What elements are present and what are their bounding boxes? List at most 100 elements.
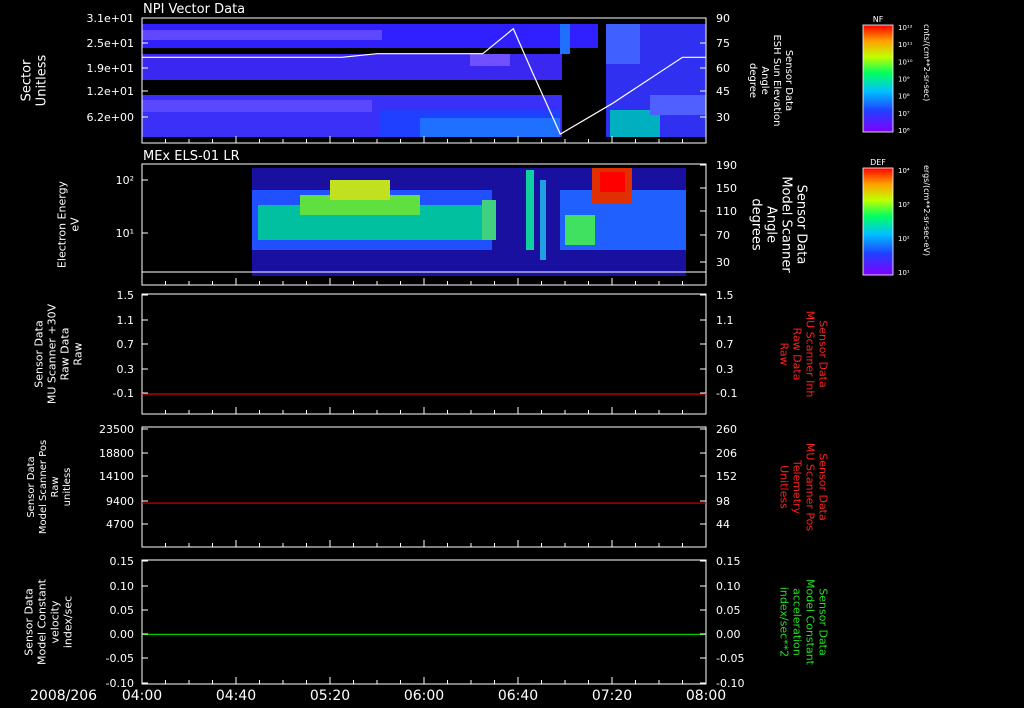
els-colorbar-tick-label: 10³ <box>898 201 910 209</box>
npi-right-axis-label: ESH Sun Elevation <box>771 34 782 126</box>
time-tick-label: 06:00 <box>404 688 444 704</box>
scanner_pos-right-tick-label: 44 <box>716 518 730 531</box>
npi-right-tick-label: 30 <box>716 111 730 124</box>
scanner_pos-right-tick-label: 98 <box>716 495 730 508</box>
npi-colorbar-tick-label: 10¹⁰ <box>898 58 913 66</box>
npi-left-axis-label: Unitless <box>35 54 50 106</box>
npi-colorbar-unit: cnts/(cm**2-sr-sec) <box>922 24 931 101</box>
npi-left-tick-label: 2.5e+01 <box>87 37 134 50</box>
npi-right-tick-label: 90 <box>716 12 730 25</box>
els-colorbar: DEF <box>862 158 894 276</box>
mu-raw-plot-frame <box>141 293 707 415</box>
els-right-tick-label: 190 <box>716 159 737 172</box>
mu_raw-left-tick-label: 1.5 <box>117 289 135 302</box>
constant-right-tick-label: 0.00 <box>716 628 741 641</box>
constant-left-tick-label: -0.05 <box>106 652 134 665</box>
els-left-axis-label: eV <box>69 217 82 232</box>
mu_raw-right-axis-label: MU Scanner Inh <box>804 311 817 398</box>
mu_raw-right-axis-label: Raw <box>778 342 791 365</box>
els-colorbar-tick-label: 10⁴ <box>898 167 910 175</box>
mu_raw-right-tick-label: 1.5 <box>716 289 734 302</box>
scanner_pos-left-tick-label: 18800 <box>99 447 134 460</box>
npi-right-axis-label: degree <box>747 63 758 98</box>
els-colorbar-tick-label: 10¹ <box>898 269 910 277</box>
date-label: 2008/206 <box>30 688 97 704</box>
scanner_pos-left-axis-label: Model Scanner Pos <box>38 440 49 534</box>
mu_raw-left-axis-label: Sensor Data <box>33 320 46 387</box>
mu_raw-left-tick-label: 0.3 <box>117 363 135 376</box>
mu_raw-left-tick-label: -0.1 <box>113 387 134 400</box>
scanner-pos-plot-frame <box>141 426 707 548</box>
npi-right-axis-label: Sensor Data <box>783 50 794 111</box>
scanner_pos-right-tick-label: 206 <box>716 447 737 460</box>
constant-right-tick-label: 0.05 <box>716 604 741 617</box>
els-right-axis-label: Sensor Data <box>794 185 809 265</box>
constant-right-axis-label: acceleration <box>791 588 804 656</box>
els-left-axis-label: Electron Energy <box>56 180 69 268</box>
els-colorbar-tick-label: 10² <box>898 235 910 243</box>
scanner_pos-right-axis-label: Telemetry <box>791 459 804 515</box>
npi-left-tick-label: 6.2e+00 <box>87 111 134 124</box>
scanner_pos-right-tick-label: 152 <box>716 470 737 483</box>
npi-heatmap <box>142 18 706 143</box>
scanner_pos-right-axis-label: MU Scanner Pos <box>804 443 817 532</box>
constant-left-tick-label: 0.05 <box>110 604 135 617</box>
constant-left-tick-label: 0.10 <box>110 580 135 593</box>
els-right-tick-label: 110 <box>716 205 737 218</box>
time-tick-label: 05:20 <box>310 688 350 704</box>
time-tick-label: 08:00 <box>686 688 726 704</box>
scanner_pos-right-tick-label: 260 <box>716 423 737 436</box>
npi-right-tick-label: 75 <box>716 37 730 50</box>
npi-right-axis-label: Angle <box>759 66 770 94</box>
els-colorbar-title: DEF <box>870 158 886 167</box>
scanner_pos-left-tick-label: 23500 <box>99 423 134 436</box>
mu_raw-left-tick-label: 1.1 <box>117 314 135 327</box>
npi-left-tick-label: 1.9e+01 <box>87 62 134 75</box>
constant-left-axis-label: Sensor Data <box>23 588 36 655</box>
npi-colorbar: NF <box>862 15 894 133</box>
constant-right-tick-label: 0.10 <box>716 580 741 593</box>
mu_raw-right-tick-label: 0.3 <box>716 363 734 376</box>
els-left-tick-label: 10² <box>116 174 134 187</box>
time-tick-label: 04:40 <box>216 688 256 704</box>
scanner_pos-left-tick-label: 14100 <box>99 470 134 483</box>
scanner_pos-left-tick-label: 9400 <box>106 495 134 508</box>
els-colorbar-unit: ergs/(cm**2-sr-sec-eV) <box>922 165 931 256</box>
npi-colorbar-tick-label: 10⁹ <box>898 76 910 84</box>
time-tick-label: 07:20 <box>592 688 632 704</box>
mu_raw-left-tick-label: 0.7 <box>117 338 135 351</box>
els-left-tick-label: 10¹ <box>116 227 134 240</box>
constant-left-axis-label: velocity <box>49 600 62 643</box>
constant-plot-frame <box>141 559 707 685</box>
els-panel-title: MEx ELS-01 LR <box>143 149 240 164</box>
mu_raw-left-axis-label: Raw <box>72 342 85 365</box>
els-right-tick-label: 30 <box>716 256 730 269</box>
mu_raw-right-axis-label: Raw Data <box>791 328 804 381</box>
els-right-tick-label: 150 <box>716 182 737 195</box>
npi-colorbar-tick-label: 10¹² <box>898 24 913 32</box>
constant-left-axis-label: Model Constant <box>36 578 49 665</box>
npi-colorbar-tick-label: 10⁶ <box>898 127 910 135</box>
npi-panel-title: NPI Vector Data <box>143 2 245 17</box>
constant-right-axis-label: Model Constant <box>804 579 817 666</box>
plot-figure: NPI Vector Data MEx ELS-01 LR NF cnts/(c… <box>20 2 932 704</box>
npi-colorbar-tick-label: 10¹¹ <box>898 41 913 49</box>
constant-right-axis-label: index/sec**2 <box>778 587 791 657</box>
npi-colorbar-title: NF <box>873 15 884 24</box>
npi-colorbar-tick-label: 10⁷ <box>898 110 910 118</box>
constant-left-tick-label: 0.00 <box>110 628 135 641</box>
constant-left-axis-label: index/sec <box>62 596 75 648</box>
mu_raw-right-tick-label: 0.7 <box>716 338 734 351</box>
els-right-tick-label: 70 <box>716 229 730 242</box>
npi-left-axis-label: Sector <box>20 59 35 101</box>
constant-right-axis-label: Sensor Data <box>817 588 830 655</box>
npi-right-tick-label: 45 <box>716 85 730 98</box>
mu_raw-left-axis-label: MU Scanner +30V <box>46 303 59 404</box>
scanner_pos-right-axis-label: Sensor Data <box>817 453 830 520</box>
els-right-axis-label: Angle <box>764 206 779 243</box>
npi-left-tick-label: 3.1e+01 <box>87 12 134 25</box>
scanner_pos-left-axis-label: Sensor Data <box>26 456 37 517</box>
constant-right-tick-label: -0.05 <box>716 652 744 665</box>
mu_raw-left-axis-label: Raw Data <box>59 328 72 381</box>
mu_raw-right-axis-label: Sensor Data <box>817 320 830 387</box>
